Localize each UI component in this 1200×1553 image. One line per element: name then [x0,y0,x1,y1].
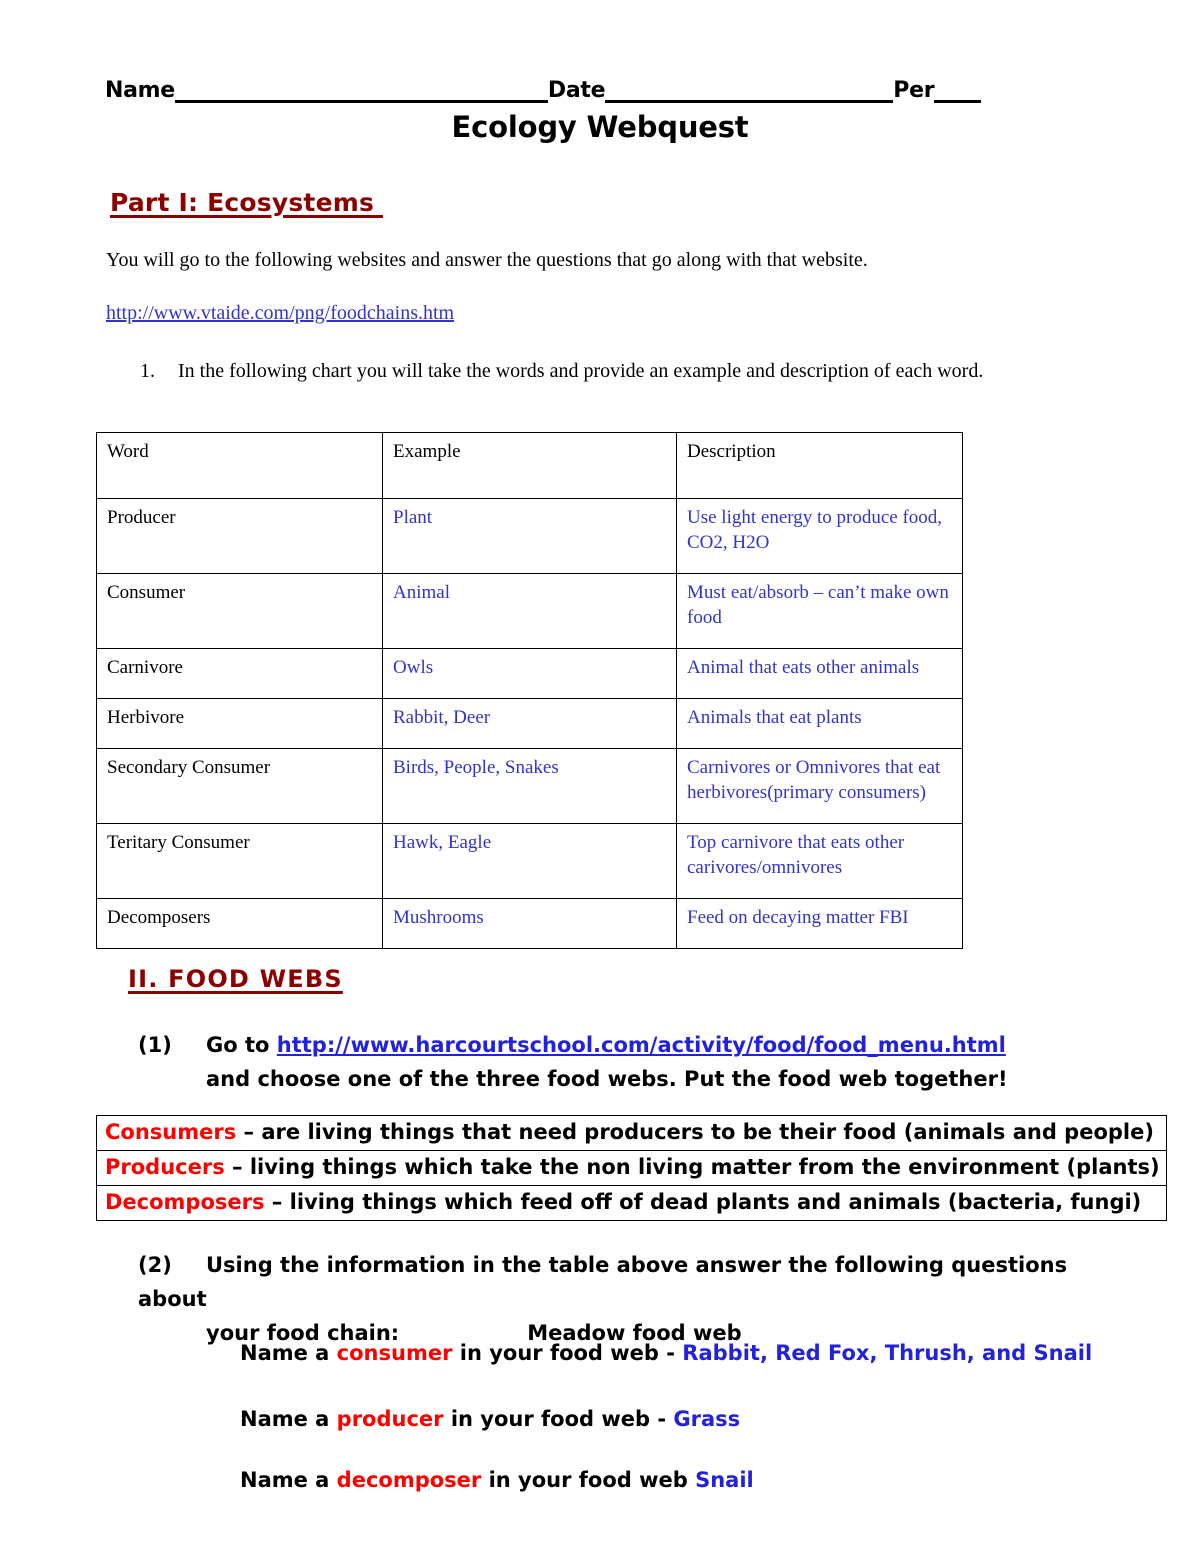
cell-description[interactable]: Feed on decaying matter FBI [676,898,963,949]
part-1-question-1: 1. In the following chart you will take … [140,357,1080,385]
question-1-number: (1) [138,1033,172,1057]
answer-middle: in your food web - [452,1341,683,1365]
cell-description[interactable]: Animal that eats other animals [676,648,963,699]
table-row: Teritary Consumer Hawk, Eagle Top carnivor… [96,823,963,899]
answer-row-decomposer: Name a decomposer in your food web Snail [240,1468,754,1492]
cell-example[interactable]: Animal [382,573,677,649]
student-info-line: Name Date Per [105,78,1005,103]
answer-prefix: Name a [240,1407,337,1431]
cell-description[interactable]: Animals that eat plants [676,698,963,749]
definition-term: Producers [105,1155,225,1179]
cell-example[interactable]: Mushrooms [382,898,677,949]
column-header-example: Example [382,432,677,499]
answer-term: decomposer [336,1468,482,1492]
answer-value[interactable]: Snail [695,1468,754,1492]
answer-prefix: Name a [240,1468,337,1492]
definition-row: Decomposers – living things which feed o… [96,1185,1167,1221]
name-blank-field[interactable] [174,83,548,103]
definition-row: Consumers – are living things that need … [96,1115,1167,1151]
part-1-intro-text: You will go to the following websites an… [106,249,868,271]
column-header-description: Description [676,432,963,499]
harcourt-foodmenu-link[interactable]: http://www.harcourtschool.com/activity/f… [277,1033,1006,1057]
cell-example[interactable]: Birds, People, Snakes [382,748,677,824]
cell-example[interactable]: Owls [382,648,677,699]
question-2-number: (2) [138,1253,172,1277]
vocabulary-table: Word Example Description Producer Plant Use l… [96,432,963,949]
definition-term: Consumers [105,1120,237,1144]
table-row: Consumer Animal Must eat/absorb – can’t ma… [96,573,963,649]
definition-text: – living things which feed off of dead p… [264,1190,1142,1214]
answer-row-producer: Name a producer in your food web - Grass [240,1407,740,1431]
definition-cell: Decomposers – living things which feed o… [96,1185,1167,1221]
table-row: Decomposers Mushrooms Feed on decaying mat… [96,898,963,949]
cell-example[interactable]: Rabbit, Deer [382,698,677,749]
name-label: Name [105,78,175,103]
cell-word: Carnivore [96,648,383,699]
part-1-heading: Part I: Ecosystems [110,188,383,217]
answer-row-consumer: Name a consumer in your food web - Rabbi… [240,1341,1092,1365]
question-1-number: 1. [140,360,155,382]
table-row: Carnivore Owls Animal that eats other anim… [96,648,963,699]
answer-value[interactable]: Grass [673,1407,740,1431]
cell-word: Consumer [96,573,383,649]
cell-word: Secondary Consumer [96,748,383,824]
cell-description[interactable]: Must eat/absorb – can’t make own food [676,573,963,649]
table-header-row: Word Example Description [96,432,963,499]
answer-middle: in your food web [481,1468,696,1492]
table-row: Secondary Consumer Birds, People, Snakes C… [96,748,963,824]
answer-prefix: Name a [240,1341,337,1365]
cell-description[interactable]: Carnivores or Omnivores that eat herbivo… [676,748,963,824]
part-2-question-2: (2) Using the information in the table ab… [138,1248,1118,1350]
definition-cell: Producers – living things which take the… [96,1150,1167,1186]
page-title: Ecology Webquest [451,110,749,144]
column-header-word: Word [96,432,383,499]
per-label: Per [893,78,935,103]
answer-term: consumer [336,1341,453,1365]
per-blank-field[interactable] [934,83,982,103]
definition-term: Decomposers [105,1190,265,1214]
cell-example[interactable]: Plant [382,498,677,574]
question-1-text: In the following chart you will take the… [178,360,984,382]
question-1-line-2: and choose one of the three food webs. P… [206,1067,1008,1091]
definitions-table: Consumers – are living things that need … [96,1115,1167,1221]
definition-text: – living things which take the non livin… [224,1155,1160,1179]
cell-description[interactable]: Top carnivore that eats other carivores/… [676,823,963,899]
table-row: Producer Plant Use light energy to produce… [96,498,963,574]
part-2-question-1: (1) Go to http://www.harcourtschool.com/a… [138,1028,1098,1096]
cell-example[interactable]: Hawk, Eagle [382,823,677,899]
answer-middle: in your food web - [443,1407,674,1431]
vtaide-foodchains-link[interactable]: http://www.vtaide.com/png/foodchains.htm [106,302,454,325]
table-row: Herbivore Rabbit, Deer Animals that eat pl… [96,698,963,749]
date-blank-field[interactable] [605,83,894,103]
cell-word: Herbivore [96,698,383,749]
cell-word: Producer [96,498,383,574]
date-label: Date [547,78,606,103]
answer-term: producer [336,1407,444,1431]
definition-text: – are living things that need producers … [236,1120,1154,1144]
part-2-heading: II. FOOD WEBS [128,965,343,993]
definition-row: Producers – living things which take the… [96,1150,1167,1186]
definition-cell: Consumers – are living things that need … [96,1115,1167,1151]
cell-word: Teritary Consumer [96,823,383,899]
question-1-prefix: Go to [206,1033,277,1057]
cell-description[interactable]: Use light energy to produce food, CO2, H… [676,498,963,574]
cell-word: Decomposers [96,898,383,949]
answer-value[interactable]: Rabbit, Red Fox, Thrush, and Snail [682,1341,1092,1365]
question-2-line-1: Using the information in the table above… [138,1253,1068,1311]
